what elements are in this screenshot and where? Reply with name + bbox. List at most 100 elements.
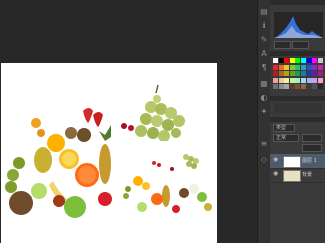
- color-swatch[interactable]: [301, 84, 306, 90]
- color-swatch[interactable]: [301, 64, 306, 70]
- color-swatch[interactable]: [284, 77, 290, 83]
- color-swatch[interactable]: [289, 58, 295, 63]
- cherry: [128, 125, 134, 131]
- color-swatch[interactable]: [306, 58, 312, 63]
- coconut: [9, 191, 33, 215]
- kiwi-slice: [7, 169, 19, 181]
- color-swatch[interactable]: [306, 77, 312, 83]
- color-swatch[interactable]: [273, 77, 278, 83]
- kiwi: [65, 127, 77, 139]
- blend-mode-label: 正常: [276, 135, 287, 141]
- color-swatch[interactable]: [273, 58, 278, 63]
- color-swatch[interactable]: [273, 84, 278, 90]
- red-apple: [98, 192, 112, 206]
- inset-canvas-image[interactable]: [116, 141, 216, 217]
- color-swatch[interactable]: [284, 58, 290, 63]
- layer-kind-filter-label: 类型: [276, 125, 287, 131]
- color-swatch[interactable]: [278, 77, 284, 83]
- color-swatch[interactable]: [289, 77, 295, 83]
- color-swatch[interactable]: [317, 84, 323, 90]
- color-swatch[interactable]: [278, 84, 284, 90]
- color-swatch[interactable]: [306, 64, 312, 70]
- color-swatch[interactable]: [284, 71, 290, 77]
- color-swatch[interactable]: [317, 71, 323, 77]
- layer-row-layer1[interactable]: ◉ 图层 1: [270, 154, 325, 169]
- color-swatch[interactable]: [278, 71, 284, 77]
- character-icon[interactable]: A: [260, 50, 268, 58]
- opacity-field[interactable]: [302, 134, 322, 142]
- fruit-photo-small: [123, 154, 212, 213]
- cherry: [121, 123, 127, 129]
- color-swatch[interactable]: [273, 64, 278, 70]
- pineapple: [99, 144, 111, 184]
- color-swatch[interactable]: [289, 64, 295, 70]
- histogram-channel-select[interactable]: [274, 41, 291, 49]
- color-swatch[interactable]: [289, 71, 295, 77]
- fill-field[interactable]: [302, 144, 322, 152]
- adjustments-panel-header[interactable]: [270, 96, 325, 101]
- color-swatch[interactable]: [284, 64, 290, 70]
- layer-kind-filter[interactable]: 类型: [273, 124, 295, 132]
- layers-panel-header[interactable]: [270, 117, 325, 122]
- swatches-icon[interactable]: ▦: [260, 80, 268, 88]
- color-swatch[interactable]: [278, 58, 284, 63]
- adjustments-icons-row[interactable]: [274, 103, 322, 113]
- layer-row-background[interactable]: ◉ 背景: [270, 168, 325, 183]
- adjustments-icon[interactable]: ◐: [260, 94, 268, 102]
- color-swatch[interactable]: [312, 58, 318, 63]
- color-swatch[interactable]: [317, 77, 323, 83]
- color-swatch[interactable]: [284, 84, 290, 90]
- kiwi-slice: [13, 157, 25, 169]
- channels-icon[interactable]: ≡: [260, 140, 268, 148]
- color-swatch[interactable]: [312, 84, 318, 90]
- layer-name: 背景: [302, 172, 313, 178]
- plum: [53, 195, 65, 207]
- orange: [47, 134, 65, 152]
- green-grapes: [135, 84, 185, 142]
- color-swatch[interactable]: [301, 58, 306, 63]
- info-icon[interactable]: ℹ: [260, 22, 268, 30]
- paths-icon[interactable]: ◇: [260, 156, 268, 164]
- color-swatch[interactable]: [301, 71, 306, 77]
- blend-mode-select[interactable]: 正常: [273, 134, 299, 142]
- apricot: [37, 129, 45, 137]
- brush-presets-icon[interactable]: ✎: [260, 36, 268, 44]
- color-swatch[interactable]: [306, 84, 312, 90]
- layer-thumbnail: [283, 156, 301, 168]
- color-swatch[interactable]: [301, 77, 306, 83]
- color-swatch[interactable]: [295, 84, 301, 90]
- color-swatch[interactable]: [312, 71, 318, 77]
- paragraph-icon[interactable]: ¶: [260, 64, 268, 72]
- color-swatch[interactable]: [278, 64, 284, 70]
- document-workspace[interactable]: [0, 0, 257, 243]
- color-swatch[interactable]: [317, 58, 323, 63]
- color-swatch[interactable]: [295, 58, 301, 63]
- green-apple: [64, 196, 86, 218]
- visibility-eye-icon[interactable]: ◉: [273, 171, 279, 177]
- strawberry: [93, 112, 103, 127]
- pear: [34, 147, 52, 173]
- layer-thumbnail: [283, 170, 301, 182]
- layer-name: 图层 1: [302, 158, 317, 164]
- color-swatch[interactable]: [273, 71, 278, 77]
- visibility-eye-icon[interactable]: ◉: [273, 157, 279, 163]
- color-swatch[interactable]: [306, 71, 312, 77]
- color-swatch[interactable]: [295, 77, 301, 83]
- styles-icon[interactable]: ✦: [260, 108, 268, 116]
- histogram-option-select[interactable]: [292, 41, 309, 49]
- histogram-graph: [274, 12, 323, 38]
- color-swatch[interactable]: [289, 84, 295, 90]
- histogram-shape: [274, 16, 323, 38]
- histogram-panel-header[interactable]: [270, 0, 325, 5]
- apple: [31, 183, 47, 199]
- apricot: [31, 118, 41, 128]
- swatches-panel-header[interactable]: [270, 51, 325, 56]
- color-swatch[interactable]: [295, 64, 301, 70]
- color-swatch[interactable]: [317, 64, 323, 70]
- kiwi-slice: [5, 181, 17, 193]
- swatches-grid[interactable]: [273, 58, 324, 92]
- color-swatch[interactable]: [295, 71, 301, 77]
- color-swatch[interactable]: [312, 64, 318, 70]
- history-icon[interactable]: ▤: [260, 8, 268, 16]
- color-swatch[interactable]: [312, 77, 318, 83]
